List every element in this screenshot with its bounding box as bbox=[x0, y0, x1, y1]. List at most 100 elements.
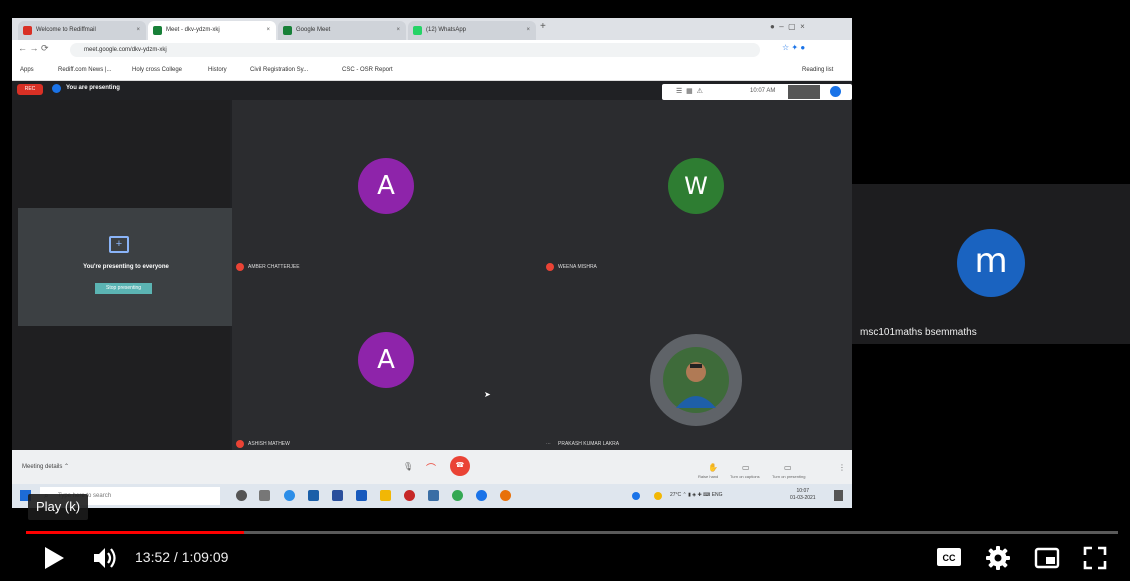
participant-photo bbox=[663, 347, 729, 413]
video-frame[interactable]: Welcome to Rediffmail × Meet - dkv-ydzm-… bbox=[12, 18, 852, 508]
participant-tile[interactable]: W WEENA MISHRA bbox=[542, 100, 848, 271]
close-icon[interactable]: × bbox=[136, 21, 140, 40]
camera-off-icon[interactable]: ⌒ bbox=[426, 460, 436, 475]
window-controls-icon[interactable]: ● – ▢ × bbox=[770, 22, 805, 31]
participant-tile[interactable]: ⋯ PRAKASH KUMAR LAKRA bbox=[542, 276, 848, 447]
volume-icon bbox=[94, 548, 116, 568]
browser-tab-bar: Welcome to Rediffmail × Meet - dkv-ydzm-… bbox=[12, 18, 852, 40]
bookmark-item[interactable]: History bbox=[208, 60, 227, 80]
edge-icon[interactable] bbox=[284, 490, 295, 501]
mic-off-icon bbox=[236, 263, 244, 271]
captions-icon[interactable]: ▭ bbox=[742, 463, 750, 472]
bookmark-item[interactable]: Rediff.com News |... bbox=[58, 60, 111, 80]
clock-date: 01-03-2021 bbox=[790, 495, 816, 501]
taskbar-clock[interactable]: 10:07 01-03-2021 bbox=[790, 488, 816, 502]
volume-button[interactable] bbox=[92, 545, 118, 571]
file-explorer-icon[interactable] bbox=[380, 490, 391, 501]
extensions-icon[interactable]: ☆ ✦ ● bbox=[782, 43, 805, 52]
current-time: 13:52 bbox=[135, 549, 171, 565]
subtitles-button[interactable]: CC bbox=[936, 545, 962, 569]
settings-button[interactable] bbox=[985, 545, 1011, 571]
svg-text:CC: CC bbox=[943, 553, 956, 563]
reading-list[interactable]: Reading list bbox=[802, 60, 833, 80]
task-view-icon[interactable] bbox=[259, 490, 270, 501]
more-options-icon[interactable]: ⋮ bbox=[838, 463, 846, 472]
fullscreen-icon bbox=[1083, 546, 1107, 570]
system-tray[interactable]: 27°C ⌃ ▮ ◈ ✚ ⌨ ENG bbox=[670, 492, 723, 498]
browser-tab[interactable]: Google Meet × bbox=[278, 21, 406, 40]
browser-tab-active[interactable]: Meet - dkv-ydzm-xkj × bbox=[148, 21, 276, 40]
progress-played bbox=[26, 531, 244, 534]
store-icon[interactable] bbox=[308, 490, 319, 501]
participant-avatar bbox=[650, 334, 742, 426]
mic-icon[interactable]: 🎙 bbox=[403, 462, 413, 471]
fullscreen-button[interactable] bbox=[1082, 545, 1108, 571]
tab-label: Meet - dkv-ydzm-xkj bbox=[166, 27, 220, 33]
meet-info-toolbar: ☰ ▦ ⚠ 10:07 AM bbox=[662, 84, 852, 100]
present-icon bbox=[52, 84, 61, 93]
app-icon[interactable] bbox=[332, 490, 343, 501]
new-tab-icon[interactable]: + bbox=[540, 21, 546, 32]
tab-label: Google Meet bbox=[296, 27, 331, 33]
chrome-icon[interactable] bbox=[452, 490, 463, 501]
play-tooltip: Play (k) bbox=[28, 494, 89, 520]
stop-presenting-button[interactable]: Stop presenting bbox=[95, 283, 152, 294]
browser-tab[interactable]: Welcome to Rediffmail × bbox=[18, 21, 146, 40]
notifications-icon[interactable] bbox=[834, 490, 843, 501]
participant-tile[interactable]: A AMBER CHATTERJEE bbox=[232, 100, 538, 271]
word-icon[interactable] bbox=[356, 490, 367, 501]
close-icon[interactable]: × bbox=[396, 21, 400, 40]
participant-avatar: m bbox=[957, 229, 1025, 297]
participant-name: ASHISH MATHEW bbox=[248, 441, 290, 447]
cc-icon: CC bbox=[937, 548, 961, 566]
participant-tile[interactable]: A ASHISH MATHEW ➤ bbox=[232, 276, 538, 448]
play-button[interactable] bbox=[42, 546, 66, 570]
clock-time: 10:07 bbox=[796, 488, 810, 494]
meeting-details-button[interactable]: Meeting details ⌃ bbox=[22, 463, 69, 470]
app-icon[interactable] bbox=[428, 490, 439, 501]
duration: 1:09:09 bbox=[181, 549, 229, 565]
address-bar[interactable]: meet.google.com/dkv-ydzm-xkj bbox=[70, 43, 760, 57]
play-icon bbox=[45, 547, 64, 569]
app-icon[interactable] bbox=[500, 490, 511, 501]
miniplayer-button[interactable] bbox=[1034, 545, 1060, 571]
close-icon[interactable]: × bbox=[526, 21, 530, 40]
cortana-icon[interactable] bbox=[236, 490, 247, 501]
present-screen-icon: + bbox=[109, 236, 129, 253]
control-label: Raise hand bbox=[698, 474, 719, 479]
temperature: 27°C bbox=[670, 492, 682, 498]
raise-hand-icon[interactable]: ✋ bbox=[708, 463, 718, 472]
participant-avatar: A bbox=[358, 158, 414, 214]
participant-name: AMBER CHATTERJEE bbox=[248, 264, 300, 270]
nav-arrows-icon[interactable]: ← → ⟳ bbox=[18, 43, 49, 54]
bookmark-item[interactable]: Civil Registration Sy... bbox=[250, 60, 308, 80]
present-now-icon[interactable]: ▭ bbox=[784, 463, 792, 472]
close-icon[interactable]: × bbox=[266, 21, 270, 40]
browser-tab[interactable]: (12) WhatsApp × bbox=[408, 21, 536, 40]
bookmark-item[interactable]: CSC - OSR Report bbox=[342, 60, 393, 80]
mic-icon: ⋯ bbox=[546, 441, 551, 447]
meet-favicon-icon bbox=[283, 26, 292, 35]
participant-name: msc101maths bsemmaths bbox=[860, 327, 977, 338]
miniplayer-icon bbox=[1034, 547, 1060, 569]
app-icon[interactable] bbox=[632, 492, 640, 500]
time-display: 13:52 / 1:09:09 bbox=[135, 549, 229, 565]
app-icon[interactable] bbox=[476, 490, 487, 501]
toolbar-icons[interactable]: ☰ ▦ ⚠ bbox=[676, 87, 703, 95]
control-label: Turn on captions bbox=[730, 474, 760, 479]
bookmarks-bar: Apps Rediff.com News |... Holy cross Col… bbox=[12, 60, 852, 81]
app-icon[interactable] bbox=[404, 490, 415, 501]
weather-icon bbox=[654, 492, 662, 500]
meet-clock: 10:07 AM bbox=[750, 88, 776, 94]
participant-name: WEENA MISHRA bbox=[558, 264, 597, 270]
control-label: Turn on presenting bbox=[772, 474, 806, 479]
end-call-button[interactable]: ☎ bbox=[450, 456, 470, 476]
account-avatar[interactable] bbox=[830, 86, 841, 97]
bookmark-item[interactable]: Holy cross College bbox=[132, 60, 182, 80]
bookmark-item[interactable]: Apps bbox=[20, 60, 34, 80]
participant-avatar: W bbox=[668, 158, 724, 214]
recording-badge: REC bbox=[17, 84, 43, 95]
participant-name: PRAKASH KUMAR LAKRA bbox=[558, 441, 620, 447]
tab-label: Welcome to Rediffmail bbox=[36, 27, 96, 33]
self-view-thumbnail bbox=[788, 85, 820, 99]
